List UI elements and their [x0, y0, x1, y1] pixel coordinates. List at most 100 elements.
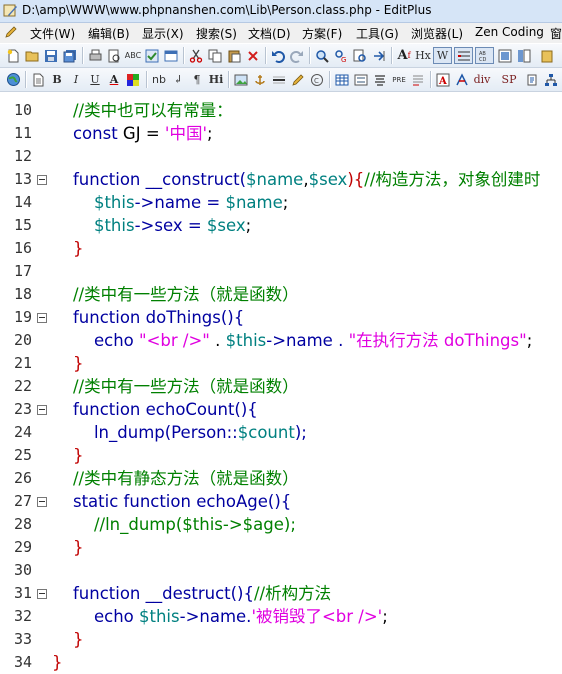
code-line[interactable]: 12 [0, 145, 562, 168]
list-icon[interactable] [371, 71, 389, 88]
form-icon[interactable] [352, 71, 370, 88]
code-line[interactable]: 13 function __construct($name,$sex){//构造… [0, 168, 562, 191]
copy-icon[interactable] [206, 47, 224, 64]
code-line[interactable]: 29 } [0, 536, 562, 559]
code-line[interactable]: 25 } [0, 444, 562, 467]
menu-zen-coding[interactable]: Zen Coding [475, 25, 544, 39]
italic-button[interactable]: I [67, 71, 85, 88]
save-icon[interactable] [42, 47, 60, 64]
font-color-button[interactable]: A [105, 71, 123, 88]
code-line[interactable]: 15 $this->sex = $sex; [0, 214, 562, 237]
sitemap-icon[interactable] [542, 71, 560, 88]
nbsp-button[interactable]: nb [150, 71, 168, 88]
code-editor[interactable]: 10 //类中也可以有常量： 11 const GJ = '中国'; 12 13 fu… [0, 93, 562, 673]
hex-viewer-icon[interactable]: Hx [414, 47, 432, 64]
fold-toggle-icon[interactable] [37, 405, 47, 415]
menu-browser[interactable]: 浏览器(L) [411, 25, 463, 42]
code-line[interactable]: 31 function __destruct(){//析构方法 [0, 582, 562, 605]
menu-search[interactable]: 搜索(S) [196, 25, 237, 42]
menu-document[interactable]: 文档(D) [248, 25, 291, 42]
open-folder-icon[interactable] [23, 47, 41, 64]
replace-icon[interactable]: G [332, 47, 350, 64]
horizontal-rule-icon[interactable] [270, 71, 288, 88]
code-line[interactable]: 22 //类中有一些方法（就是函数） [0, 375, 562, 398]
globe-icon[interactable] [4, 71, 22, 88]
menu-window[interactable]: 窗 [550, 25, 562, 42]
fold-toggle-icon[interactable] [37, 589, 47, 599]
print-preview-icon[interactable] [105, 47, 123, 64]
code-line[interactable]: 32 echo $this->name.'被销毁了<br />'; [0, 605, 562, 628]
heading-button[interactable]: Hi [207, 71, 225, 88]
line-number-icon[interactable] [454, 47, 473, 64]
ruler-icon[interactable]: AB CD [475, 47, 494, 64]
code-token: } [72, 354, 84, 373]
fold-toggle-icon[interactable] [37, 175, 47, 185]
code-line[interactable]: 17 [0, 260, 562, 283]
image-icon[interactable] [232, 71, 250, 88]
code-line[interactable]: 20 echo "<br />" . $this->name . "在执行方法 … [0, 329, 562, 352]
menu-edit[interactable]: 编辑(B) [88, 25, 130, 42]
underline-button[interactable]: U [86, 71, 104, 88]
undo-icon[interactable] [269, 47, 287, 64]
copyright-icon[interactable]: C [308, 71, 326, 88]
directory-icon[interactable] [515, 47, 533, 64]
code-line[interactable]: 33 } [0, 628, 562, 651]
code-line[interactable]: 10 //类中也可以有常量： [0, 99, 562, 122]
code-line[interactable]: 23 function echoCount(){ [0, 398, 562, 421]
html-validate-icon[interactable] [143, 47, 161, 64]
word-wrap-icon[interactable]: W [433, 47, 452, 64]
spell-check-icon[interactable]: ABC [124, 47, 142, 64]
code-line[interactable]: 11 const GJ = '中国'; [0, 122, 562, 145]
new-file-icon[interactable] [4, 47, 22, 64]
code-line[interactable]: 27 static function echoAge(){ [0, 490, 562, 513]
menu-tools[interactable]: 工具(G) [356, 25, 399, 42]
code-line[interactable]: 30 [0, 559, 562, 582]
find-icon[interactable] [313, 47, 331, 64]
script-icon[interactable] [523, 71, 541, 88]
paragraph-button[interactable]: ¶ [188, 71, 206, 88]
bold-button[interactable]: B [48, 71, 66, 88]
redo-icon[interactable] [288, 47, 306, 64]
code-line[interactable]: 34} [0, 651, 562, 674]
code-line[interactable]: 19 function doThings(){ [0, 306, 562, 329]
delete-icon[interactable] [244, 47, 262, 64]
span-icon[interactable] [453, 71, 471, 88]
font-icon[interactable]: Af [395, 47, 413, 64]
code-line[interactable]: 18 //类中有一些方法（就是函数） [0, 283, 562, 306]
find-in-files-icon[interactable] [351, 47, 369, 64]
cliptext-icon[interactable] [538, 47, 556, 64]
fold-toggle-icon[interactable] [37, 497, 47, 507]
comment-block-icon[interactable] [409, 71, 427, 88]
editplus-app-icon[interactable] [3, 3, 18, 18]
div-button[interactable]: div [473, 71, 491, 88]
menu-view[interactable]: 显示(X) [142, 25, 184, 42]
goto-line-icon[interactable] [370, 47, 388, 64]
document-icon[interactable] [29, 71, 47, 88]
menu-project[interactable]: 方案(F) [302, 25, 342, 42]
cut-icon[interactable] [187, 47, 205, 64]
code-token: const [72, 124, 118, 143]
code-line[interactable]: 21 } [0, 352, 562, 375]
line-break-button[interactable]: ↲ [169, 71, 187, 88]
color-picker-icon[interactable] [124, 71, 142, 88]
full-screen-icon[interactable] [496, 47, 514, 64]
code-line[interactable]: 24 ln_dump(Person::$count); [0, 421, 562, 444]
save-all-icon[interactable] [61, 47, 79, 64]
code-line[interactable]: 16 } [0, 237, 562, 260]
table-icon[interactable] [333, 71, 351, 88]
print-icon[interactable] [86, 47, 104, 64]
span-sp-button[interactable]: SP [500, 71, 518, 88]
edit-pencil-icon[interactable] [289, 71, 307, 88]
fold-toggle-icon[interactable] [37, 313, 47, 323]
menu-file[interactable]: 文件(W) [30, 25, 75, 42]
anchor-icon[interactable] [251, 71, 269, 88]
font-style-icon[interactable]: A [434, 71, 452, 88]
code-line[interactable]: 14 $this->name = $name; [0, 191, 562, 214]
browser-preview-icon[interactable] [162, 47, 180, 64]
svg-text:A: A [438, 76, 447, 87]
paste-icon[interactable] [225, 47, 243, 64]
code-line[interactable]: 26 //类中有静态方法（就是函数） [0, 467, 562, 490]
preformatted-button[interactable]: PRE [390, 71, 408, 88]
code-line[interactable]: 28 //ln_dump($this->$age); [0, 513, 562, 536]
